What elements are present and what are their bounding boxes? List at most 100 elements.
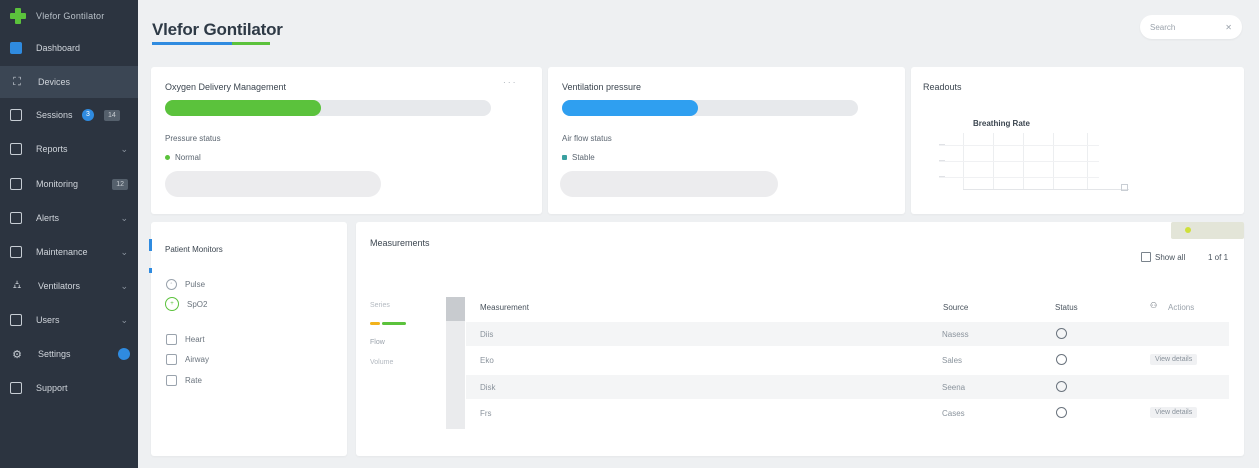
table-row[interactable]: Eko Sales View details — [466, 348, 1229, 372]
support-icon — [10, 382, 22, 394]
sidebar-item-ventilators[interactable]: ⛼ Ventilators ⌄ — [0, 270, 138, 302]
list-item[interactable]: ◦ Pulse — [166, 279, 205, 290]
list-item[interactable]: Rate — [166, 375, 202, 386]
user-icon: ⚇ — [1150, 301, 1158, 310]
sidebar-item-dashboard[interactable]: Dashboard — [0, 32, 138, 64]
card-title: Readouts — [923, 82, 962, 92]
filter-tag[interactable] — [1171, 222, 1244, 239]
sessions-count-badge: 14 — [104, 109, 120, 121]
status-dot-icon — [165, 155, 170, 160]
sidebar: Vlefor Gontilator Dashboard ⛶ Devices Se… — [0, 0, 138, 468]
column-header-source[interactable]: Source — [943, 303, 968, 312]
heart-icon — [166, 334, 177, 345]
column-header-actions[interactable]: Actions — [1168, 303, 1194, 312]
row-action-button[interactable]: View details — [1150, 354, 1198, 365]
chevron-down-icon: ⌄ — [120, 212, 128, 223]
sessions-badge: 3 — [82, 109, 94, 121]
sidebar-item-settings[interactable]: ⚙ Settings — [0, 338, 138, 370]
sidebar-item-label: Users — [36, 315, 60, 325]
status-icon — [1056, 328, 1067, 339]
page-title: Vlefor Gontilator — [152, 20, 283, 39]
oxygen-progress-bar — [165, 100, 491, 116]
sidebar-item-label: Sessions — [36, 110, 73, 120]
settings-status-icon — [118, 348, 130, 360]
chevron-down-icon: ⌄ — [120, 314, 128, 325]
ventilation-card: Ventilation pressure Air flow status Sta… — [548, 67, 905, 214]
sidebar-item-label: Support — [36, 383, 68, 393]
card-title: Patient Monitors — [165, 245, 223, 254]
chevron-down-icon: ⌄ — [120, 246, 128, 257]
card-title: Oxygen Delivery Management — [165, 82, 287, 92]
pressure-status-label: Pressure status — [165, 134, 221, 143]
list-item[interactable]: Heart — [166, 334, 205, 345]
show-all-checkbox[interactable] — [1141, 252, 1151, 262]
table-row[interactable]: Frs Cases View details — [466, 401, 1229, 425]
status-row: Stable — [562, 153, 595, 162]
sidebar-brand[interactable]: Vlefor Gontilator — [0, 0, 138, 32]
patient-monitors-card: Patient Monitors ◦ Pulse + SpO2 Heart Ai… — [149, 222, 347, 456]
sidebar-item-label: Settings — [38, 349, 71, 359]
sidebar-item-devices[interactable]: ⛶ Devices — [0, 66, 138, 98]
sidebar-item-maintenance[interactable]: Maintenance ⌄ — [0, 236, 138, 268]
status-dot-icon — [562, 155, 567, 160]
maintenance-icon — [10, 246, 22, 258]
sidebar-item-sessions[interactable]: Sessions 3 14 — [0, 99, 138, 131]
search-input[interactable]: Search ✕ — [1140, 15, 1242, 39]
sidebar-item-reports[interactable]: Reports ⌄ — [0, 133, 138, 165]
column-header-status[interactable]: Status — [1055, 303, 1078, 312]
ventilation-progress-bar — [562, 100, 858, 116]
plus-logo-icon — [10, 8, 26, 24]
list-item[interactable]: + SpO2 — [165, 297, 207, 311]
row-action-button[interactable]: View details — [1150, 407, 1198, 418]
air-flow-status-label: Air flow status — [562, 134, 612, 143]
column-header-measurement[interactable]: Measurement — [480, 303, 529, 312]
sidebar-item-users[interactable]: Users ⌄ — [0, 304, 138, 336]
table-row[interactable]: Diis Nasess — [466, 322, 1229, 346]
oxygen-card: Oxygen Delivery Management · · · Pressur… — [151, 67, 542, 214]
brand-name: Vlefor Gontilator — [36, 11, 105, 21]
pulse-icon: ◦ — [166, 279, 177, 290]
legend-swatch-green — [382, 322, 406, 325]
monitoring-badge: 12 — [112, 178, 128, 190]
legend-volume: Volume — [370, 359, 394, 366]
sidebar-item-support[interactable]: Support — [0, 372, 138, 404]
air-flow-input[interactable] — [560, 171, 778, 197]
sidebar-item-label: Alerts — [36, 213, 60, 223]
sidebar-item-label: Devices — [38, 77, 71, 87]
close-icon[interactable]: ✕ — [1225, 23, 1232, 32]
pressure-input[interactable] — [165, 171, 381, 197]
legend-swatch-orange — [370, 322, 380, 325]
card-title: Ventilation pressure — [562, 82, 642, 92]
spo2-icon: + — [165, 297, 179, 311]
sidebar-item-monitoring[interactable]: Monitoring 12 — [0, 168, 138, 200]
sidebar-item-alerts[interactable]: Alerts ⌄ — [0, 202, 138, 234]
list-item[interactable]: Airway — [166, 354, 209, 365]
chevron-down-icon: ⌄ — [120, 143, 128, 154]
table-row[interactable]: Disk Seena — [466, 375, 1229, 399]
scrollbar-thumb[interactable] — [446, 297, 465, 321]
legend-flow: Flow — [370, 339, 385, 346]
users-icon — [10, 314, 22, 326]
tag-dot-icon — [1185, 227, 1191, 233]
filter-label: Show all — [1155, 253, 1186, 262]
status-icon — [1056, 381, 1067, 392]
status-icon — [1056, 407, 1067, 418]
search-placeholder: Search — [1150, 22, 1176, 32]
sidebar-item-label: Maintenance — [36, 247, 88, 257]
dashboard-icon — [10, 42, 22, 54]
sidebar-item-label: Ventilators — [38, 281, 81, 291]
status-row: Normal — [165, 153, 201, 162]
filter-count: 1 of 1 — [1208, 253, 1229, 262]
reports-icon — [10, 143, 22, 155]
sidebar-item-label: Dashboard — [36, 43, 81, 53]
more-icon[interactable]: · · · — [503, 78, 515, 87]
status-text: Stable — [572, 153, 595, 162]
active-indicator — [149, 239, 152, 251]
ventilators-icon: ⛼ — [12, 279, 22, 291]
progress-fill — [562, 100, 699, 116]
card-title: Measurements — [370, 238, 430, 248]
progress-fill — [165, 100, 322, 116]
readouts-card: Readouts Breathing Rate — — — — [911, 67, 1244, 214]
rate-icon — [166, 375, 177, 386]
settings-icon: ⚙ — [12, 348, 22, 361]
